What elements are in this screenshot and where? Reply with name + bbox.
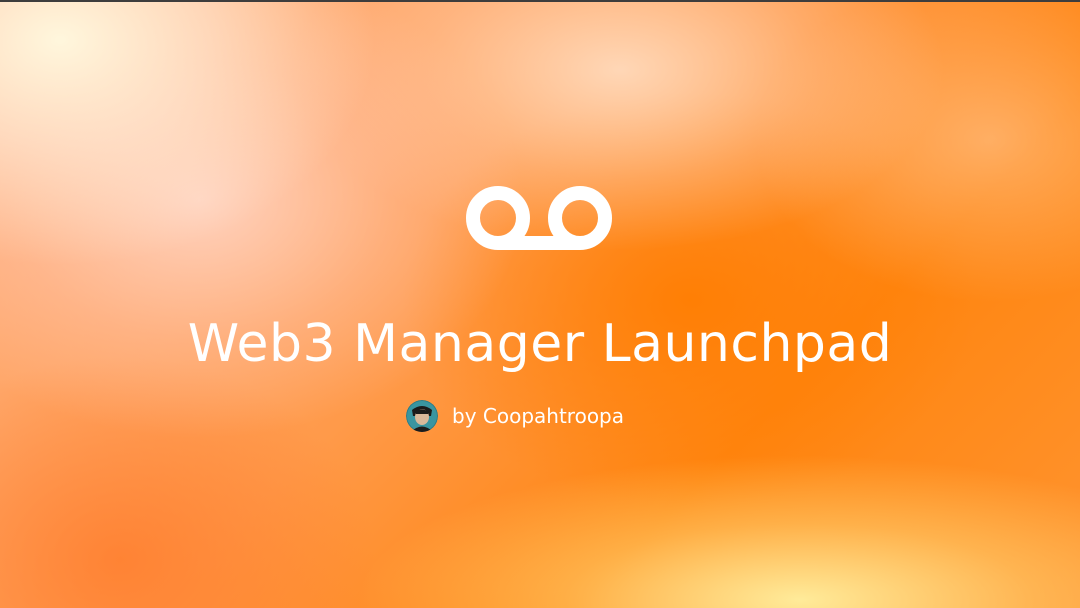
avatar[interactable] [406,400,438,432]
author-byline[interactable]: by Coopahtroopa [406,399,624,433]
top-border [0,0,1080,2]
loop-logo-icon [466,186,612,250]
page-title: Web3 Manager Launchpad [187,314,893,374]
author-name[interactable]: by Coopahtroopa [452,399,624,433]
launchpad-cover: Web3 Manager Launchpad by Coopahtroopa [0,0,1080,608]
